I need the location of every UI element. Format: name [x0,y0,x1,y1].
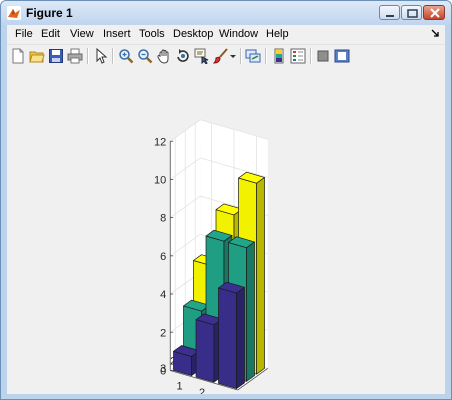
save-icon[interactable] [48,48,64,64]
toolbar-separator [87,48,89,64]
rotate-3d-icon[interactable] [175,48,191,64]
bar-side-face [256,177,265,375]
menu-insert[interactable]: Insert [103,28,131,40]
menu-window[interactable]: Window [219,28,258,40]
bar [173,345,200,376]
open-file-icon[interactable] [29,48,45,64]
brush-dropdown-icon[interactable] [229,48,237,64]
minimize-icon [386,15,394,17]
zoom-in-icon[interactable] [118,48,134,64]
zoom-out-icon[interactable] [137,48,153,64]
bar-front-face [195,319,215,383]
z-tick-label: 2 [160,327,166,339]
bar-side-face [246,241,255,382]
data-cursor-icon[interactable] [194,48,210,64]
bar3-plot-area[interactable]: 024681012123123 [7,67,445,394]
show-plot-tools-icon[interactable] [334,48,350,64]
figure-window: Figure 1 File Edit View Insert Tools Des… [0,0,452,400]
x-tick-label: 1 [176,381,182,393]
menu-file[interactable]: File [15,28,33,40]
print-icon[interactable] [67,48,83,64]
bar-front-face [218,287,237,389]
menu-help[interactable]: Help [266,28,289,40]
figure-canvas[interactable]: 024681012123123 [7,67,445,394]
dock-arrow-icon[interactable] [431,29,439,37]
matlab-icon [7,6,21,20]
figure-toolbar [7,44,445,68]
y-tick-label: 3 [160,363,166,375]
z-tick-label: 12 [154,136,166,148]
x-tick-label: 2 [199,387,205,394]
menu-view[interactable]: View [70,28,94,40]
close-icon [430,8,440,18]
new-figure-icon[interactable] [10,48,26,64]
close-button[interactable] [423,5,445,20]
z-tick-label: 4 [160,289,166,301]
menu-bar: File Edit View Insert Tools Desktop Wind… [7,25,445,44]
menu-tools[interactable]: Tools [139,28,165,40]
brush-icon[interactable] [213,48,229,64]
hide-plot-tools-icon[interactable] [315,48,331,64]
restore-icon [407,9,418,18]
title-bar[interactable]: Figure 1 [1,1,451,25]
toolbar-separator [310,48,312,64]
window-title: Figure 1 [26,6,73,20]
menu-edit[interactable]: Edit [41,28,60,40]
insert-colorbar-icon[interactable] [271,48,287,64]
link-plot-icon[interactable] [245,48,261,64]
bar [218,281,245,389]
z-tick-label: 6 [160,251,166,263]
toolbar-separator [265,48,267,64]
pan-icon[interactable] [156,48,172,64]
minimize-button[interactable] [379,5,400,20]
maximize-button[interactable] [401,5,422,20]
edit-plot-icon[interactable] [93,48,109,64]
bar-side-face [236,286,245,389]
bar [195,313,223,383]
z-tick-label: 8 [160,213,166,225]
menu-desktop[interactable]: Desktop [173,28,213,40]
z-tick-label: 10 [154,174,166,186]
insert-legend-icon[interactable] [290,48,306,64]
toolbar-separator [112,48,114,64]
toolbar-separator [240,48,242,64]
